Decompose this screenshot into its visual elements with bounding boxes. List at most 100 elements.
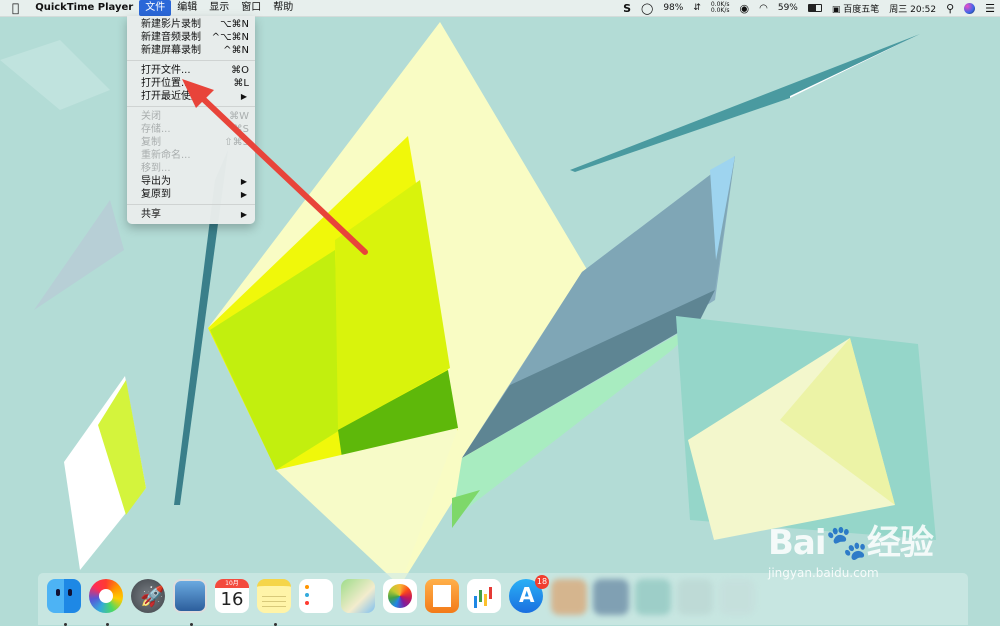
menu-item-duplicate[interactable]: 复制 ⇧⌘S bbox=[127, 136, 255, 149]
photos-icon bbox=[383, 579, 417, 613]
label: 新建影片录制 bbox=[141, 19, 201, 30]
label: 新建音频录制 bbox=[141, 32, 201, 43]
pages-icon bbox=[425, 579, 459, 613]
apple-menu-icon[interactable]:  bbox=[0, 0, 29, 16]
dock-notes[interactable] bbox=[257, 579, 293, 626]
menu-bar:  QuickTime Player 文件 编辑 显示 窗口 帮助 S ◯ 98… bbox=[0, 0, 1000, 17]
shortcut: ⌘W bbox=[229, 111, 249, 122]
label: 打开文件... bbox=[141, 65, 191, 76]
numbers-icon bbox=[467, 579, 501, 613]
dock-color-app[interactable] bbox=[89, 579, 125, 626]
blurred-app-icon[interactable] bbox=[719, 579, 755, 615]
menu-edit[interactable]: 编辑 bbox=[171, 0, 203, 16]
shortcut: ⇧⌘S bbox=[224, 137, 249, 148]
input-method-label: 百度五笔 bbox=[843, 4, 880, 15]
menu-separator bbox=[127, 106, 255, 107]
calendar-month: 10月 bbox=[215, 579, 249, 588]
label: 存储... bbox=[141, 124, 171, 135]
watermark-brand: Bai🐾经验 bbox=[768, 523, 934, 563]
file-menu-dropdown: 新建影片录制 ⌥⌘N 新建音频录制 ^⌥⌘N 新建屏幕录制 ^⌘N 打开文件... ⌘O… bbox=[127, 16, 255, 224]
dock-finder[interactable] bbox=[47, 579, 83, 626]
finder-icon bbox=[47, 579, 81, 613]
menu-item-rename[interactable]: 重新命名... bbox=[127, 149, 255, 162]
color-wheel-icon bbox=[89, 579, 123, 613]
menu-view[interactable]: 显示 bbox=[203, 0, 235, 16]
notes-icon bbox=[257, 579, 291, 613]
compass-icon[interactable]: ◉ bbox=[740, 2, 750, 15]
shortcut: ^⌘N bbox=[223, 45, 249, 56]
menu-item-new-movie-recording[interactable]: 新建影片录制 ⌥⌘N bbox=[127, 18, 255, 31]
baidu-jingyan-watermark: Bai🐾经验 jingyan.baidu.com bbox=[768, 515, 958, 605]
shortcut: ⌥⌘N bbox=[219, 19, 249, 30]
label: 重新命名... bbox=[141, 150, 191, 161]
battery-percent: 59% bbox=[777, 3, 798, 13]
notification-badge: 18 bbox=[535, 575, 549, 589]
dock-numbers[interactable] bbox=[467, 579, 503, 615]
watermark-url: jingyan.baidu.com bbox=[768, 566, 879, 580]
menu-item-save[interactable]: 存储... ⌘S bbox=[127, 123, 255, 136]
submenu-arrow-icon: ▶ bbox=[240, 92, 247, 101]
s-status-icon[interactable]: S bbox=[623, 2, 631, 15]
label: 新建屏幕录制 bbox=[141, 45, 201, 56]
label: 共享 bbox=[141, 209, 161, 220]
dock-launchpad[interactable]: 🚀 bbox=[131, 579, 167, 615]
menu-item-share[interactable]: 共享 ▶ bbox=[127, 208, 255, 221]
calendar-day: 16 bbox=[220, 589, 244, 610]
menu-window[interactable]: 窗口 bbox=[235, 0, 267, 16]
input-method[interactable]: ▣ 百度五笔 bbox=[832, 2, 879, 15]
shortcut: ⌘S bbox=[232, 124, 249, 135]
network-arrows-icon: ⇵ bbox=[693, 3, 701, 13]
label: 复原到 bbox=[141, 189, 171, 200]
menu-item-move-to[interactable]: 移到... bbox=[127, 162, 255, 175]
spotlight-search-icon[interactable]: ⚲ bbox=[946, 2, 954, 15]
shortcut: ⌘O bbox=[231, 65, 249, 76]
dock-pages[interactable] bbox=[425, 579, 461, 615]
menu-separator bbox=[127, 60, 255, 61]
label: 移到... bbox=[141, 163, 171, 174]
blurred-app-icon[interactable] bbox=[551, 579, 587, 615]
dock-reminders[interactable] bbox=[299, 579, 335, 615]
menu-item-new-screen-recording[interactable]: 新建屏幕录制 ^⌘N bbox=[127, 44, 255, 57]
submenu-arrow-icon: ▶ bbox=[240, 190, 247, 199]
rocket-icon: 🚀 bbox=[140, 584, 165, 608]
app-menu-quicktime[interactable]: QuickTime Player bbox=[29, 0, 139, 16]
label: 复制 bbox=[141, 137, 161, 148]
battery-icon[interactable] bbox=[807, 4, 822, 12]
dock-maps[interactable] bbox=[341, 579, 377, 615]
dock-app-store[interactable]: A 18 bbox=[509, 575, 549, 615]
siri-icon[interactable] bbox=[964, 2, 976, 14]
shortcut: ^⌥⌘N bbox=[211, 32, 249, 43]
maps-icon bbox=[341, 579, 375, 613]
menu-item-close[interactable]: 关闭 ⌘W bbox=[127, 110, 255, 123]
menu-item-open-file[interactable]: 打开文件... ⌘O bbox=[127, 64, 255, 77]
menu-item-revert-to[interactable]: 复原到 ▶ bbox=[127, 188, 255, 201]
dock-photos[interactable] bbox=[383, 579, 419, 615]
circle-status-percent: 98% bbox=[663, 3, 684, 13]
dock-preview[interactable] bbox=[173, 579, 209, 626]
label: 导出为 bbox=[141, 176, 171, 187]
launchpad-icon: 🚀 bbox=[131, 579, 165, 613]
notification-center-icon[interactable]: ☰ bbox=[985, 2, 995, 15]
menu-help[interactable]: 帮助 bbox=[267, 0, 299, 16]
clock[interactable]: 周三 20:52 bbox=[889, 2, 936, 15]
dock-calendar[interactable]: 10月 16 bbox=[215, 579, 251, 615]
reminders-icon bbox=[299, 579, 333, 613]
battery-fill bbox=[808, 5, 816, 11]
circle-status-icon[interactable]: ◯ bbox=[641, 2, 653, 15]
menu-item-export-as[interactable]: 导出为 ▶ bbox=[127, 175, 255, 188]
status-area: S ◯ 98% ⇵ 0.0K/s 0.0K/s ◉ ◠ 59% ▣ 百度五笔 周… bbox=[618, 0, 1000, 16]
submenu-arrow-icon: ▶ bbox=[240, 177, 247, 186]
label: 打开位置... bbox=[141, 78, 191, 89]
network-speed[interactable]: 0.0K/s 0.0K/s bbox=[711, 2, 730, 14]
blurred-app-icon[interactable] bbox=[635, 579, 671, 615]
blurred-app-icon[interactable] bbox=[593, 579, 629, 615]
label: 关闭 bbox=[141, 111, 161, 122]
net-down: 0.0K/s bbox=[710, 7, 730, 14]
blurred-app-icon[interactable] bbox=[677, 579, 713, 615]
wifi-icon[interactable]: ◠ bbox=[759, 3, 768, 14]
menu-item-open-recent[interactable]: 打开最近使用 ▶ bbox=[127, 90, 255, 103]
menu-item-open-location[interactable]: 打开位置... ⌘L bbox=[127, 77, 255, 90]
menu-file[interactable]: 文件 bbox=[139, 0, 172, 16]
menu-item-new-audio-recording[interactable]: 新建音频录制 ^⌥⌘N bbox=[127, 31, 255, 44]
shortcut: ⌘L bbox=[233, 78, 249, 89]
